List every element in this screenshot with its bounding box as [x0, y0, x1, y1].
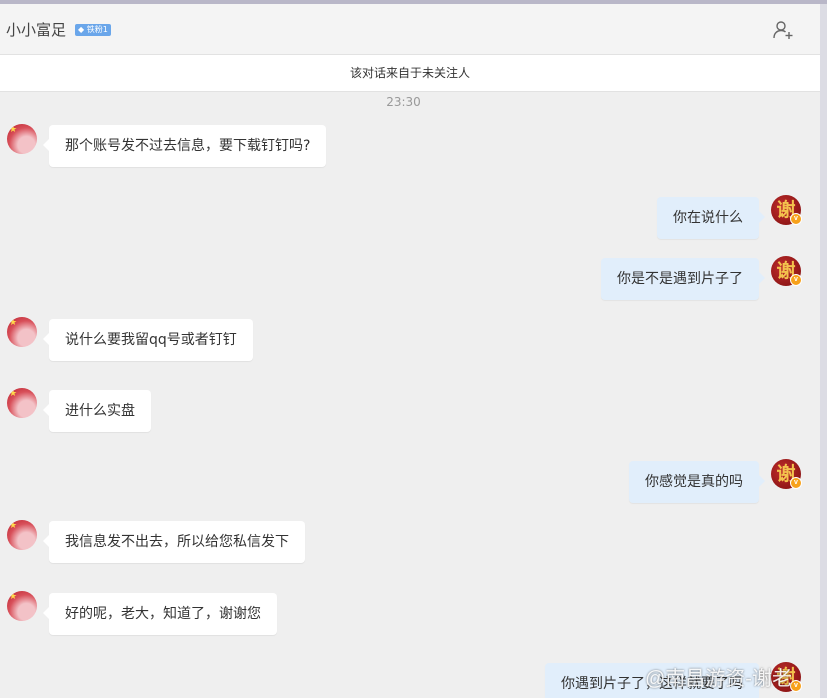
message-bubble: 我信息发不出去，所以给您私信发下 [43, 521, 305, 563]
watermark: @南昌游资-谢老 [645, 668, 792, 690]
message-list: ★ 那个账号发不过去信息，要下载钉钉吗? 你在说什么 谢v 你是不是遇到片子了 … [0, 4, 820, 698]
message-bubble: 进什么实盘 [43, 390, 151, 432]
own-avatar[interactable]: 谢v [771, 195, 802, 225]
verified-icon: v [790, 213, 802, 225]
message-bubble: 那个账号发不过去信息，要下载钉钉吗? [42, 125, 327, 167]
message-bubble: 你是不是遇到片子了 [601, 258, 765, 300]
chat-window: 小小富足 ◆ 铁粉1 该对话来自于未关注人 23:30 ★ 那个账号发不过去信息… [0, 4, 820, 698]
message-bubble: 好的呢，老大，知道了，谢谢您 [43, 593, 277, 635]
message-bubble: 你在说什么 [657, 197, 765, 239]
scrollbar[interactable] [820, 4, 827, 698]
verified-icon: v [790, 274, 802, 286]
message-bubble: 说什么要我留qq号或者钉钉 [43, 319, 253, 361]
message-bubble: 你感觉是真的吗 [629, 461, 765, 503]
own-avatar[interactable]: 谢v [771, 459, 802, 489]
contact-avatar[interactable]: ★ [7, 388, 37, 418]
contact-avatar[interactable]: ★ [7, 591, 37, 621]
contact-avatar[interactable]: ★ [7, 317, 37, 347]
own-avatar[interactable]: 谢v [771, 256, 802, 286]
verified-icon: v [790, 477, 802, 489]
contact-avatar[interactable]: ★ [7, 520, 37, 550]
contact-avatar[interactable]: ★ [7, 124, 37, 154]
